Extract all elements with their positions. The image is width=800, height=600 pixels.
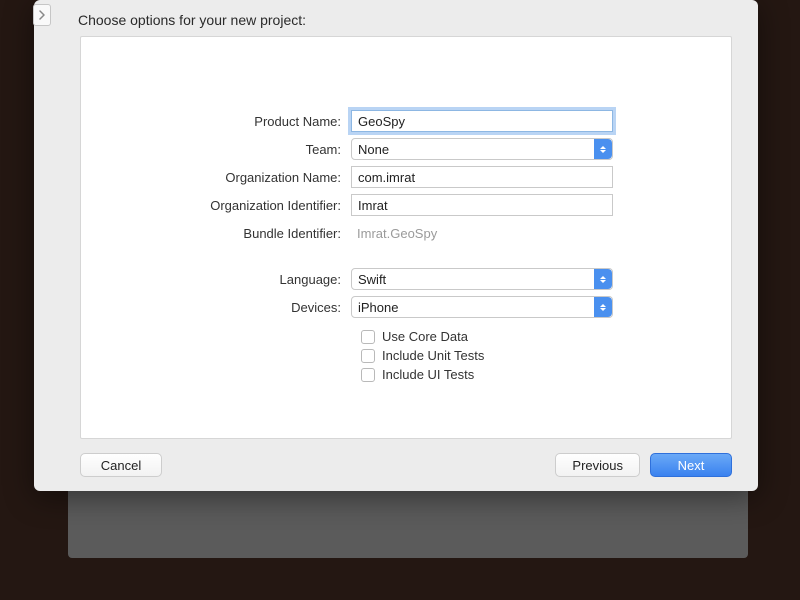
sheet-heading: Choose options for your new project: xyxy=(34,0,758,36)
org-identifier-label: Organization Identifier: xyxy=(81,198,351,213)
button-bar: Cancel Previous Next xyxy=(34,453,758,491)
org-name-input[interactable] xyxy=(351,166,613,188)
use-core-data-label: Use Core Data xyxy=(382,329,468,344)
language-label: Language: xyxy=(81,272,351,287)
updown-caret-icon xyxy=(594,269,612,289)
use-core-data-checkbox[interactable] xyxy=(361,330,375,344)
next-button[interactable]: Next xyxy=(650,453,732,477)
devices-select[interactable]: iPhone xyxy=(351,296,613,318)
back-nav-tab[interactable] xyxy=(33,4,51,26)
cancel-button[interactable]: Cancel xyxy=(80,453,162,477)
include-unit-tests-label: Include Unit Tests xyxy=(382,348,484,363)
devices-label: Devices: xyxy=(81,300,351,315)
devices-select-value: iPhone xyxy=(358,300,398,315)
updown-caret-icon xyxy=(594,297,612,317)
bundle-identifier-label: Bundle Identifier: xyxy=(81,226,351,241)
bundle-identifier-value: Imrat.GeoSpy xyxy=(351,222,613,244)
previous-button[interactable]: Previous xyxy=(555,453,640,477)
team-label: Team: xyxy=(81,142,351,157)
language-select-value: Swift xyxy=(358,272,386,287)
product-name-label: Product Name: xyxy=(81,114,351,129)
org-identifier-input[interactable] xyxy=(351,194,613,216)
form-area: Product Name: Team: None Organization Na… xyxy=(80,36,732,439)
product-name-input[interactable] xyxy=(351,110,613,132)
org-name-label: Organization Name: xyxy=(81,170,351,185)
include-ui-tests-checkbox[interactable] xyxy=(361,368,375,382)
updown-caret-icon xyxy=(594,139,612,159)
new-project-options-sheet: Choose options for your new project: Pro… xyxy=(34,0,758,491)
language-select[interactable]: Swift xyxy=(351,268,613,290)
chevron-right-icon xyxy=(38,10,46,20)
team-select[interactable]: None xyxy=(351,138,613,160)
include-ui-tests-label: Include UI Tests xyxy=(382,367,474,382)
include-unit-tests-checkbox[interactable] xyxy=(361,349,375,363)
team-select-value: None xyxy=(358,142,389,157)
